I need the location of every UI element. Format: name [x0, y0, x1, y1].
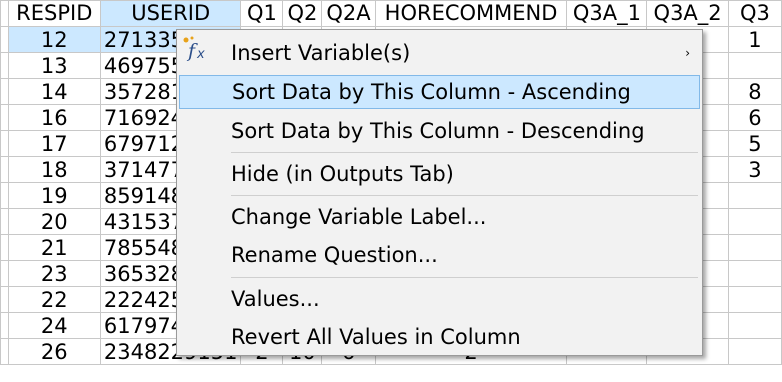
- menu-item-label: Sort Data by This Column - Descending: [231, 119, 645, 143]
- column-header-q2a[interactable]: Q2A: [321, 0, 376, 27]
- row-number-cell[interactable]: [0, 208, 9, 235]
- cell-respid[interactable]: 26: [7, 338, 101, 365]
- column-header-horecommend[interactable]: HORECOMMEND: [374, 0, 568, 27]
- cell-respid[interactable]: 24: [7, 312, 101, 339]
- menu-item-values[interactable]: Values...: [179, 282, 700, 316]
- menu-separator: [231, 277, 698, 278]
- menu-separator: [231, 152, 698, 153]
- menu-item-sort-ascending[interactable]: Sort Data by This Column - Ascending: [179, 75, 700, 109]
- row-number-cell[interactable]: [0, 104, 9, 131]
- row-number-cell[interactable]: [0, 156, 9, 183]
- cell-respid[interactable]: 12: [7, 26, 101, 53]
- row-number-cell[interactable]: [0, 234, 9, 261]
- row-number-cell[interactable]: [0, 52, 9, 79]
- menu-item-revert-all-values[interactable]: Revert All Values in Column: [179, 320, 700, 354]
- menu-item-label: Rename Question...: [231, 243, 438, 267]
- cell-respid[interactable]: 14: [7, 78, 101, 105]
- context-menu: f x Insert Variable(s) › Sort Data by Th…: [176, 29, 703, 356]
- cell-q3[interactable]: [727, 208, 782, 235]
- cell-q3[interactable]: 1: [727, 26, 782, 53]
- row-number-cell[interactable]: [0, 130, 9, 157]
- row-number-cell[interactable]: [0, 26, 9, 53]
- menu-item-label: Hide (in Outputs Tab): [231, 162, 454, 186]
- cell-q3[interactable]: [727, 260, 782, 287]
- cell-q3[interactable]: [727, 52, 782, 79]
- column-header-userid[interactable]: USERID: [99, 0, 242, 27]
- cell-respid[interactable]: 22: [7, 286, 101, 313]
- header-row: RESPID USERID Q1 Q2 Q2A HORECOMMEND Q3A_…: [0, 0, 782, 27]
- cell-respid[interactable]: 13: [7, 52, 101, 79]
- menu-separator: [231, 195, 698, 196]
- cell-q3[interactable]: 6: [727, 104, 782, 131]
- menu-item-sort-descending[interactable]: Sort Data by This Column - Descending: [179, 114, 700, 148]
- cell-respid[interactable]: 21: [7, 234, 101, 261]
- menu-item-rename-question[interactable]: Rename Question...: [179, 238, 700, 272]
- cell-q3[interactable]: [727, 182, 782, 209]
- menu-item-label: Values...: [231, 287, 320, 311]
- cell-q3[interactable]: 8: [727, 78, 782, 105]
- cell-q3[interactable]: [727, 338, 782, 365]
- cell-respid[interactable]: 23: [7, 260, 101, 287]
- cell-respid[interactable]: 16: [7, 104, 101, 131]
- cell-q3[interactable]: [727, 286, 782, 313]
- menu-item-label: Change Variable Label...: [231, 205, 487, 229]
- submenu-arrow-icon: ›: [685, 46, 690, 60]
- cell-respid[interactable]: 17: [7, 130, 101, 157]
- menu-item-label: Revert All Values in Column: [231, 325, 521, 349]
- cell-respid[interactable]: 18: [7, 156, 101, 183]
- row-number-cell[interactable]: [0, 338, 9, 365]
- row-number-cell[interactable]: [0, 286, 9, 313]
- menu-item-hide[interactable]: Hide (in Outputs Tab): [179, 157, 700, 191]
- row-number-cell[interactable]: [0, 260, 9, 287]
- cell-respid[interactable]: 20: [7, 208, 101, 235]
- cell-q3[interactable]: 3: [727, 156, 782, 183]
- column-header-q2[interactable]: Q2: [282, 0, 323, 27]
- row-number-cell[interactable]: [0, 78, 9, 105]
- menu-item-label: Sort Data by This Column - Ascending: [232, 80, 631, 104]
- column-header-q3a-2[interactable]: Q3A_2: [646, 0, 729, 27]
- cell-q3[interactable]: [727, 234, 782, 261]
- cell-respid[interactable]: 19: [7, 182, 101, 209]
- cell-q3[interactable]: 5: [727, 130, 782, 157]
- column-header-respid[interactable]: RESPID: [7, 0, 101, 27]
- column-header-q3a-1[interactable]: Q3A_1: [566, 0, 648, 27]
- row-number-cell[interactable]: [0, 312, 9, 339]
- menu-item-insert-variables[interactable]: Insert Variable(s) ›: [179, 36, 700, 70]
- menu-item-label: Insert Variable(s): [231, 41, 411, 65]
- row-number-cell[interactable]: [0, 182, 9, 209]
- column-header-q3[interactable]: Q3: [727, 0, 782, 27]
- row-number-header: [0, 0, 9, 27]
- menu-item-change-variable-label[interactable]: Change Variable Label...: [179, 200, 700, 234]
- cell-q3[interactable]: [727, 312, 782, 339]
- column-header-q1[interactable]: Q1: [240, 0, 284, 27]
